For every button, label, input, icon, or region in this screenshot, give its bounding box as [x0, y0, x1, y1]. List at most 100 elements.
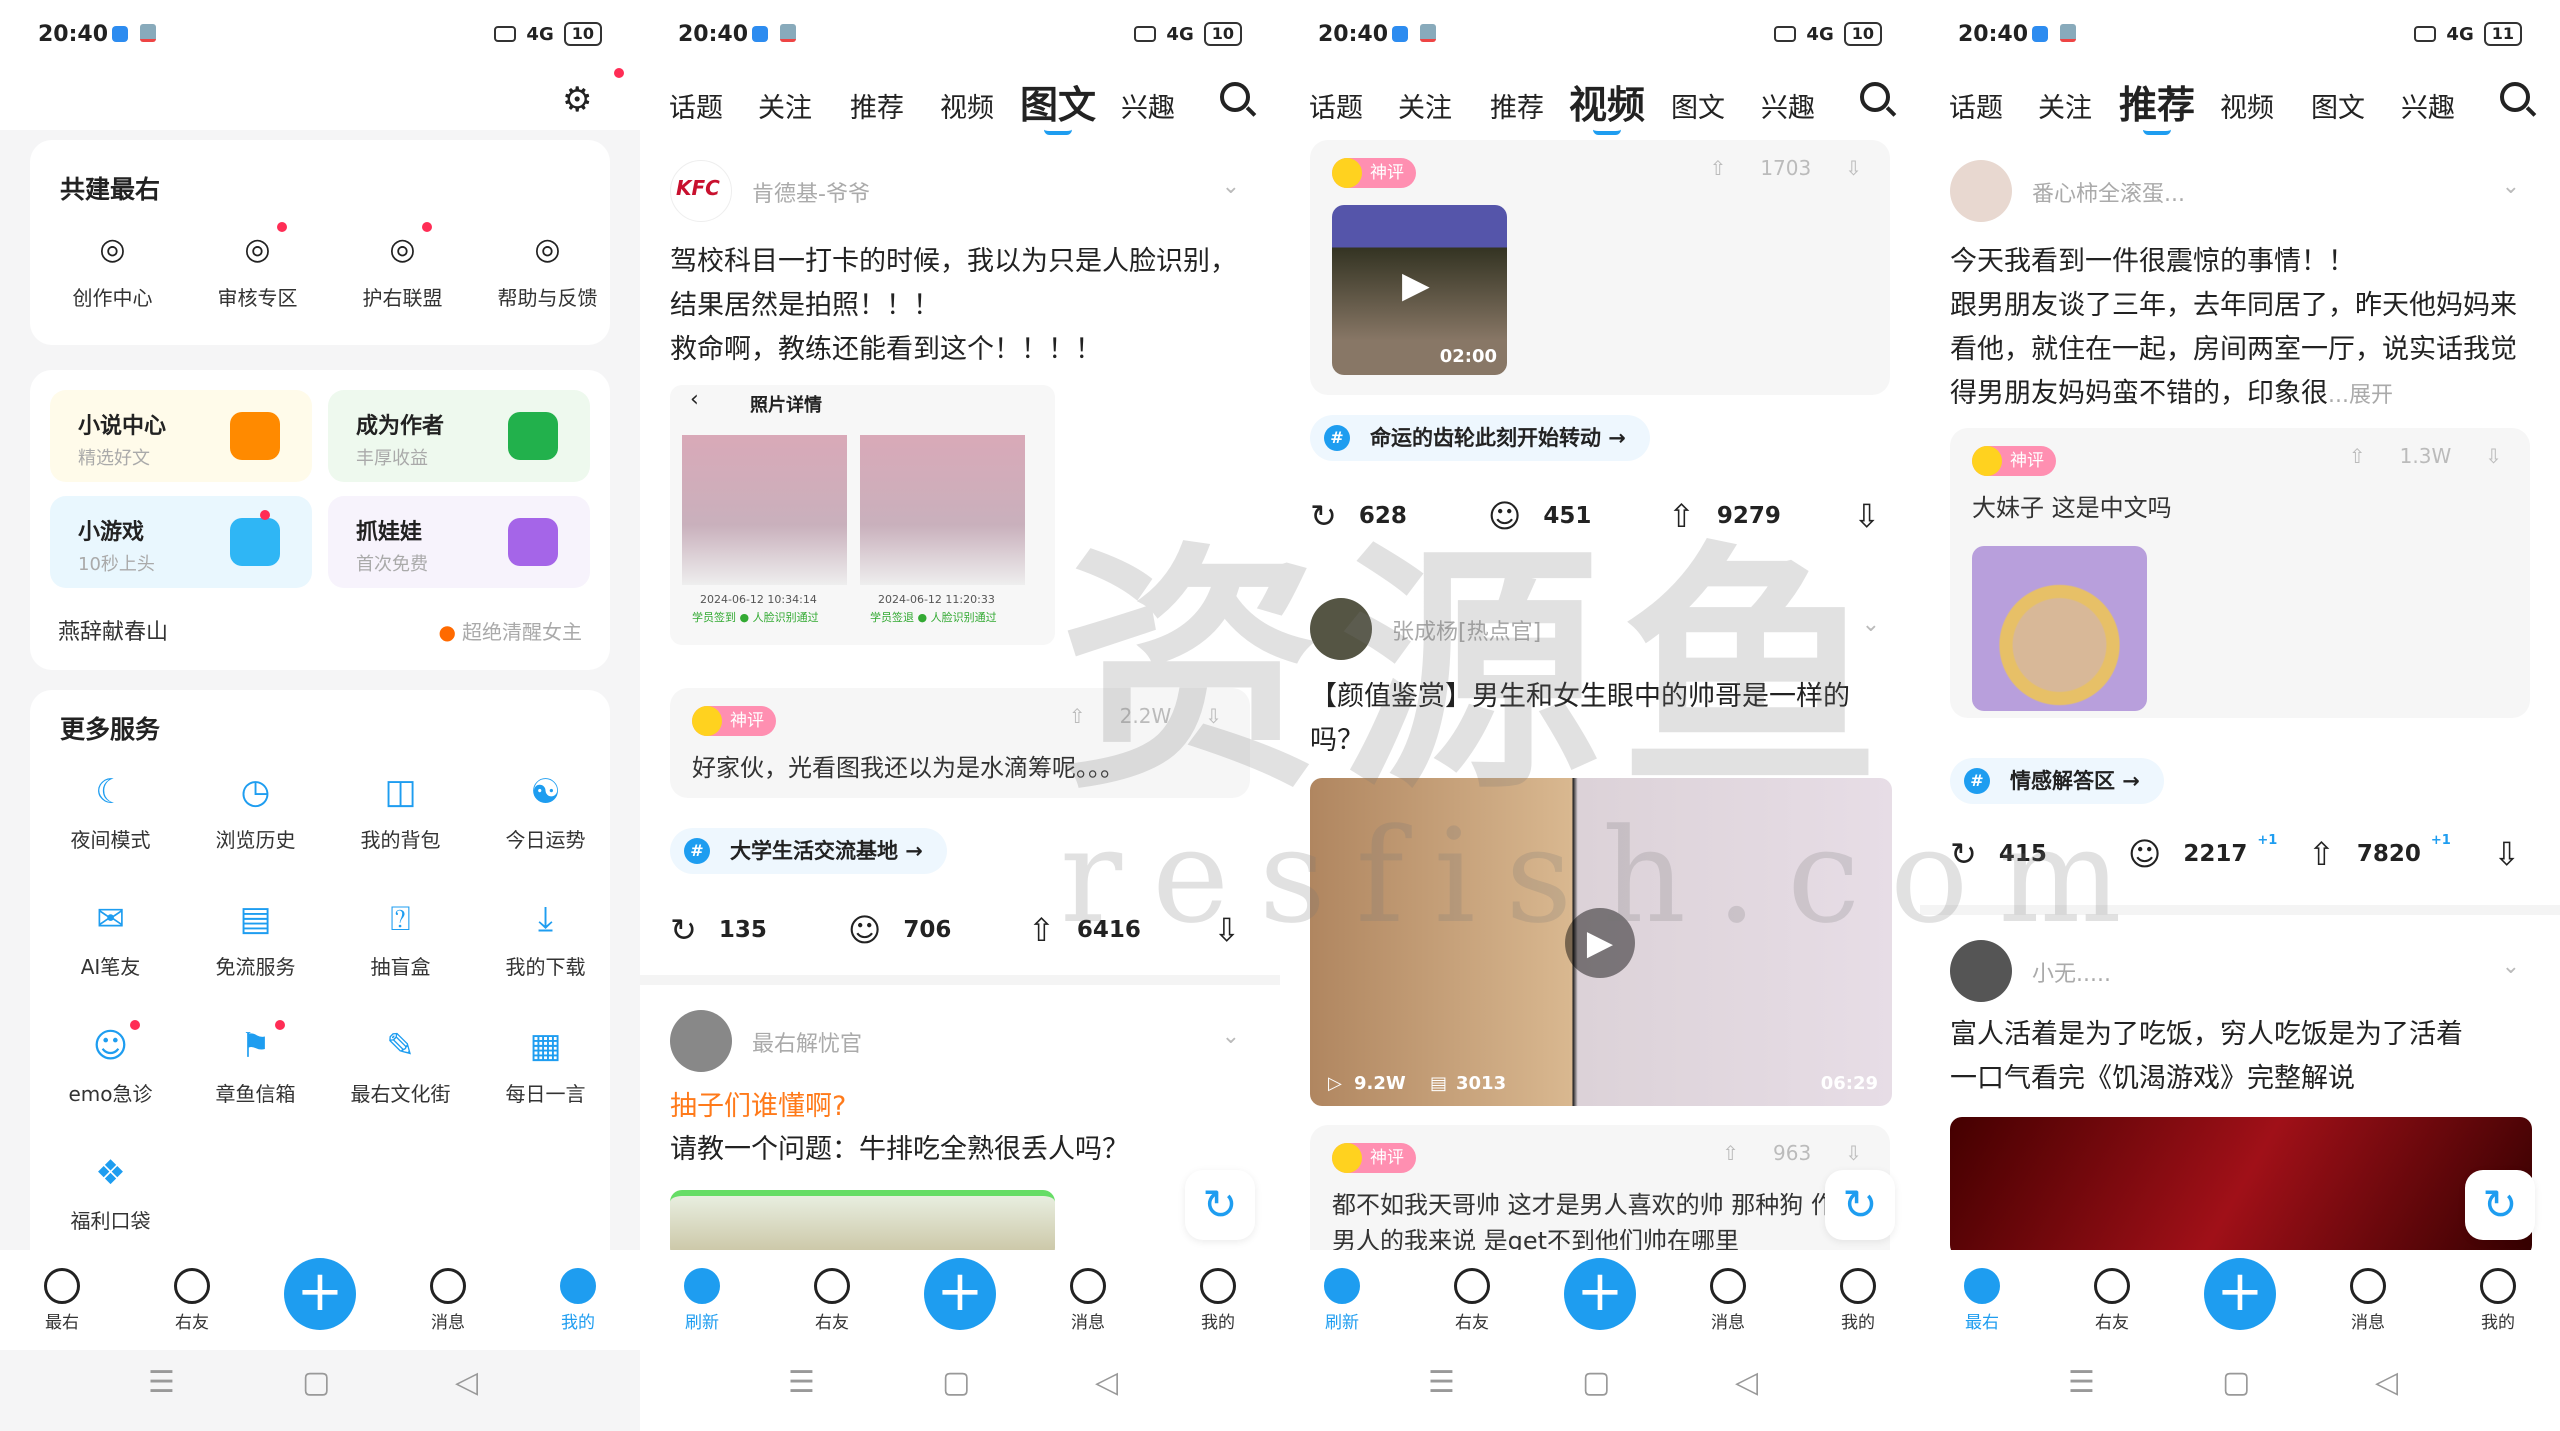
home-button[interactable]: ▢ [942, 1365, 970, 1400]
nav-item-0[interactable]: 刷新 [662, 1268, 742, 1333]
comments-button[interactable]: ☺ 706 [848, 910, 951, 950]
gear-icon[interactable]: ⚙ [562, 80, 592, 120]
downvote-icon[interactable]: ⇩ [1845, 156, 1862, 180]
comments-button[interactable]: ☺ 2217 +1 [2128, 833, 2289, 874]
service-item[interactable]: ☺ emo急诊 [38, 1020, 183, 1107]
post-text[interactable]: 今天我看到一件很震惊的事情！！ 跟男朋友谈了三年，去年同居了，昨天他妈妈来看他，… [1950, 240, 2540, 418]
service-item[interactable]: ✎ 最右文化街 [328, 1026, 473, 1107]
nav-item-0[interactable]: 最右 [1942, 1268, 2022, 1333]
comment-image[interactable] [1972, 546, 2147, 711]
tab-3[interactable]: 视频 [940, 86, 994, 125]
video-player[interactable]: ▶ ▷ 9.2W ▤ 3013 06:29 [1310, 778, 1892, 1106]
more-chevron-icon[interactable]: ⌄ [1222, 1024, 1240, 1049]
tab-5[interactable]: 兴趣 [1121, 86, 1175, 125]
avatar[interactable] [670, 1010, 732, 1072]
likes-button[interactable]: ⇧ 6416 [1028, 910, 1141, 950]
nav-item-3[interactable]: 消息 [2328, 1268, 2408, 1333]
post-text[interactable]: 【颜值鉴赏】男生和女生眼中的帅哥是一样的吗？ [1310, 675, 1900, 763]
tab-2[interactable]: 推荐 [2119, 74, 2195, 135]
nav-item-1[interactable]: 右友 [2072, 1268, 2152, 1333]
home-button[interactable]: ▢ [2222, 1365, 2250, 1400]
post-text[interactable]: 富人活着是为了吃饭，穷人吃饭是为了活着 一口气看完《饥渴游戏》完整解说 [1950, 1013, 2540, 1101]
tab-1[interactable]: 关注 [758, 86, 812, 125]
author-name[interactable]: 最右解忧官 [752, 1026, 862, 1058]
tab-2[interactable]: 推荐 [1490, 86, 1544, 125]
tab-4[interactable]: 图文 [1020, 74, 1096, 135]
service-item[interactable]: ✉ AI笔友 [38, 899, 183, 980]
nav-item-4[interactable]: 我的 [1178, 1268, 1258, 1333]
more-chevron-icon[interactable]: ⌄ [2502, 174, 2520, 199]
upvote-icon[interactable]: ⇧ [1722, 1141, 1739, 1165]
nav-item-4[interactable]: 我的 [2458, 1268, 2538, 1333]
avatar[interactable] [1950, 160, 2012, 222]
tab-4[interactable]: 图文 [1671, 86, 1725, 125]
nav-item-3[interactable]: 消息 [1688, 1268, 1768, 1333]
search-icon[interactable] [2500, 82, 2530, 112]
author-name[interactable]: 番心柿全滚蛋... [2032, 176, 2185, 208]
service-item[interactable]: ◫ 我的背包 [328, 772, 473, 853]
service-item[interactable]: ⍰ 抽盲盒 [328, 899, 473, 980]
avatar[interactable] [1310, 598, 1372, 660]
refresh-button[interactable]: ↻ [1185, 1170, 1255, 1240]
tab-5[interactable]: 兴趣 [2401, 86, 2455, 125]
build-item[interactable]: ◎ 创作中心 [40, 230, 185, 311]
tab-3[interactable]: 视频 [1569, 74, 1645, 135]
more-chevron-icon[interactable]: ⌄ [1862, 612, 1880, 637]
menu-button[interactable]: ☰ [148, 1365, 175, 1400]
topic-pill[interactable]: # 大学生活交流基地 → [670, 828, 947, 874]
home-button[interactable]: ▢ [302, 1365, 330, 1400]
service-item[interactable]: ◷ 浏览历史 [183, 772, 328, 853]
nav-item-3[interactable]: 消息 [1048, 1268, 1128, 1333]
share-button[interactable]: ↻ 135 [670, 910, 767, 950]
nav-item-0[interactable]: 刷新 [1302, 1268, 1382, 1333]
refresh-button[interactable]: ↻ [1825, 1170, 1895, 1240]
expand-link[interactable]: ...展开 [2328, 383, 2393, 408]
topic-pill[interactable]: # 情感解答区 → [1950, 758, 2164, 804]
more-chevron-icon[interactable]: ⌄ [1222, 174, 1240, 199]
tile-3[interactable]: 抓娃娃 首次免费 [328, 496, 590, 588]
upvote-icon[interactable]: ⇧ [1710, 156, 1727, 180]
build-item[interactable]: ◎ 护右联盟 [330, 222, 475, 311]
post-text[interactable]: 抽子们谁懂啊? [670, 1085, 1260, 1129]
tab-0[interactable]: 话题 [669, 86, 723, 125]
menu-button[interactable]: ☰ [1428, 1365, 1455, 1400]
build-item[interactable]: ◎ 帮助与反馈 [475, 230, 620, 311]
tile-1[interactable]: 成为作者 丰厚收益 [328, 390, 590, 482]
tile-0[interactable]: 小说中心 精选好文 [50, 390, 312, 482]
post-button[interactable]: + [284, 1258, 356, 1330]
post-text[interactable]: 请教一个问题：牛排吃全熟很丢人吗？ [670, 1128, 1260, 1172]
downvote-icon[interactable]: ⇩ [2493, 834, 2520, 874]
god-comment[interactable]: 神评 ⇧ 1.3W ⇩ 大妹子 这是中文吗 [1950, 428, 2530, 718]
novel-name[interactable]: 燕辞献春山 [58, 614, 168, 646]
downvote-icon[interactable]: ⇩ [1853, 496, 1880, 536]
nav-item-1[interactable]: 右友 [1432, 1268, 1512, 1333]
photo-detail-image[interactable]: ‹ 照片详情 2024-06-12 10:34:14 学员签到 ● 人脸识别通过 202… [670, 385, 1055, 645]
downvote-icon[interactable]: ⇩ [1213, 910, 1240, 950]
refresh-button[interactable]: ↻ [2465, 1170, 2535, 1240]
service-item[interactable]: ▤ 免流服务 [183, 899, 328, 980]
back-button[interactable]: ◁ [2375, 1365, 2398, 1400]
tab-2[interactable]: 推荐 [850, 86, 904, 125]
upvote-icon[interactable]: ⇧ [1069, 704, 1086, 728]
service-item[interactable]: ❖ 福利口袋 [38, 1153, 183, 1234]
post-text[interactable]: 驾校科目一打卡的时候，我以为只是人脸识别，结果居然是拍照！！！ 救命啊，教练还能… [670, 240, 1260, 372]
tab-1[interactable]: 关注 [2038, 86, 2092, 125]
likes-button[interactable]: ⇧ 7820 +1 [2308, 833, 2463, 874]
back-button[interactable]: ◁ [1095, 1365, 1118, 1400]
downvote-icon[interactable]: ⇩ [1845, 1141, 1862, 1165]
author-name[interactable]: 张成杨[热点官] [1392, 614, 1541, 646]
god-comment[interactable]: 神评 ⇧ 2.2W ⇩ 好家伙，光看图我还以为是水滴筹呢。。。 [670, 688, 1250, 798]
back-button[interactable]: ◁ [455, 1365, 478, 1400]
novel-tag[interactable]: ● 超绝清醒女主 [439, 616, 582, 645]
nav-item-4[interactable]: 我的 [538, 1268, 618, 1333]
tab-4[interactable]: 图文 [2311, 86, 2365, 125]
post-button[interactable]: + [1564, 1258, 1636, 1330]
share-button[interactable]: ↻ 628 [1310, 496, 1407, 536]
back-button[interactable]: ◁ [1735, 1365, 1758, 1400]
menu-button[interactable]: ☰ [2068, 1365, 2095, 1400]
tab-0[interactable]: 话题 [1949, 86, 2003, 125]
tile-2[interactable]: 小游戏 10秒上头 [50, 496, 312, 588]
author-name[interactable]: 肯德基-爷爷 [752, 176, 870, 208]
tab-0[interactable]: 话题 [1309, 86, 1363, 125]
likes-button[interactable]: ⇧ 9279 [1668, 496, 1781, 536]
